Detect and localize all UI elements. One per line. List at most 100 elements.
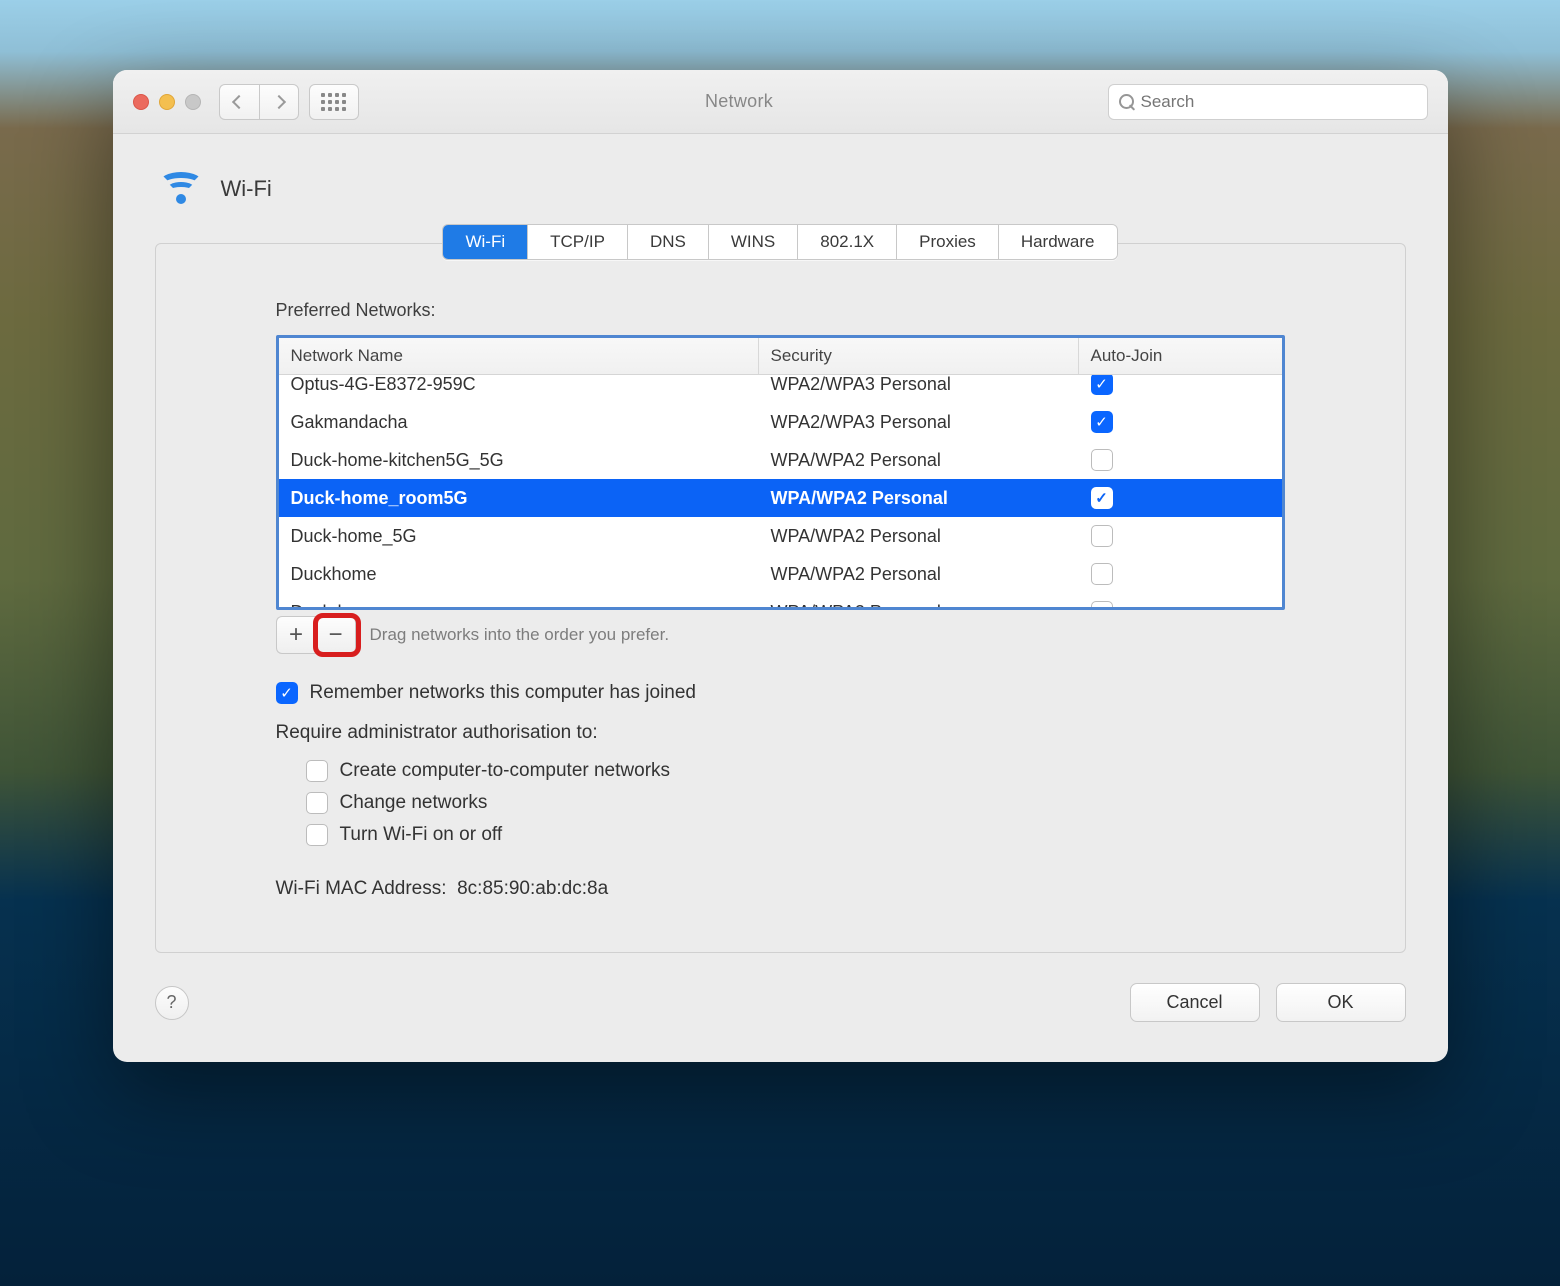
autojoin-checkbox[interactable] bbox=[1091, 563, 1113, 585]
admin-auth-options: Create computer-to-computer networks Chan… bbox=[306, 760, 1285, 846]
network-row[interactable]: Duck-home-kitchen5G_5GWPA/WPA2 Personal bbox=[279, 441, 1282, 479]
wifi-icon bbox=[157, 172, 205, 206]
chevron-left-icon bbox=[232, 94, 246, 108]
forward-button[interactable] bbox=[259, 84, 299, 120]
network-autojoin bbox=[1079, 411, 1282, 433]
network-row[interactable]: DuckhomeWPA/WPA2 Personal bbox=[279, 555, 1282, 593]
network-security: WPA/WPA2 Personal bbox=[759, 526, 1079, 547]
options-block: Remember networks this computer has join… bbox=[276, 682, 1285, 900]
remember-networks-checkbox[interactable] bbox=[276, 682, 298, 704]
search-field-container bbox=[1108, 84, 1428, 120]
tab-dns[interactable]: DNS bbox=[628, 225, 709, 259]
search-icon bbox=[1119, 94, 1135, 110]
network-name: Duckhome bbox=[279, 564, 759, 585]
autojoin-checkbox[interactable] bbox=[1091, 525, 1113, 547]
tab-wins[interactable]: WINS bbox=[709, 225, 798, 259]
network-name: Duck-home-kitchen5G_5G bbox=[279, 450, 759, 471]
bottom-row: ? Cancel OK bbox=[155, 983, 1406, 1022]
drag-hint: Drag networks into the order you prefer. bbox=[370, 625, 670, 645]
tab-8021x[interactable]: 802.1X bbox=[798, 225, 897, 259]
admin-option[interactable]: Turn Wi-Fi on or off bbox=[306, 824, 1285, 846]
chevron-right-icon bbox=[271, 94, 285, 108]
close-window-button[interactable] bbox=[133, 94, 149, 110]
tab-tcpip[interactable]: TCP/IP bbox=[528, 225, 628, 259]
add-network-button[interactable]: + bbox=[276, 616, 316, 654]
search-input[interactable] bbox=[1141, 92, 1417, 112]
admin-option-label: Turn Wi-Fi on or off bbox=[340, 824, 503, 846]
mac-label: Wi-Fi MAC Address: bbox=[276, 878, 447, 899]
back-button[interactable] bbox=[219, 84, 259, 120]
wifi-panel: Preferred Networks: Network Name Securit… bbox=[155, 243, 1406, 953]
ok-button[interactable]: OK bbox=[1276, 983, 1406, 1022]
minimize-window-button[interactable] bbox=[159, 94, 175, 110]
network-row[interactable]: Duck-home_5GWPA/WPA2 Personal bbox=[279, 517, 1282, 555]
autojoin-checkbox[interactable] bbox=[1091, 411, 1113, 433]
admin-auth-label: Require administrator authorisation to: bbox=[276, 722, 1285, 744]
grid-icon bbox=[321, 93, 346, 111]
table-tools: + − Drag networks into the order you pre… bbox=[276, 616, 1285, 654]
mac-value: 8c:85:90:ab:dc:8a bbox=[457, 878, 608, 899]
panel-header: Wi-Fi bbox=[157, 172, 1406, 206]
autojoin-checkbox[interactable] bbox=[1091, 375, 1113, 395]
admin-option[interactable]: Change networks bbox=[306, 792, 1285, 814]
admin-checkbox[interactable] bbox=[306, 760, 328, 782]
network-security: WPA/WPA2 Personal bbox=[759, 450, 1079, 471]
network-row[interactable]: GakmandachaWPA2/WPA3 Personal bbox=[279, 403, 1282, 441]
table-body[interactable]: Optus-4G-E8372-959CWPA2/WPA3 PersonalGak… bbox=[279, 375, 1282, 607]
network-security: WPA2/WPA3 Personal bbox=[759, 412, 1079, 433]
admin-option-label: Change networks bbox=[340, 792, 488, 814]
minus-icon: − bbox=[328, 621, 342, 649]
network-autojoin bbox=[1079, 601, 1282, 607]
network-security: WPA/WPA2 Personal bbox=[759, 602, 1079, 608]
tab-proxies[interactable]: Proxies bbox=[897, 225, 999, 259]
network-name: Duck-home_room5G bbox=[279, 488, 759, 509]
preferred-networks-label: Preferred Networks: bbox=[276, 300, 1285, 321]
network-autojoin bbox=[1079, 487, 1282, 509]
zoom-window-button[interactable] bbox=[185, 94, 201, 110]
cancel-button[interactable]: Cancel bbox=[1130, 983, 1260, 1022]
window-body: Wi-Fi Wi-FiTCP/IPDNSWINS802.1XProxiesHar… bbox=[113, 134, 1448, 1062]
network-autojoin bbox=[1079, 525, 1282, 547]
admin-option[interactable]: Create computer-to-computer networks bbox=[306, 760, 1285, 782]
network-row[interactable]: Duck-home_room5GWPA/WPA2 Personal bbox=[279, 479, 1282, 517]
network-row[interactable]: Optus-4G-E8372-959CWPA2/WPA3 Personal bbox=[279, 375, 1282, 403]
remove-network-button[interactable]: − bbox=[316, 616, 356, 654]
network-name: Duck-home_5G bbox=[279, 526, 759, 547]
col-network-name[interactable]: Network Name bbox=[279, 338, 759, 374]
network-name: Duck-home bbox=[279, 602, 759, 608]
admin-option-label: Create computer-to-computer networks bbox=[340, 760, 671, 782]
network-autojoin bbox=[1079, 563, 1282, 585]
traffic-lights bbox=[133, 94, 201, 110]
autojoin-checkbox[interactable] bbox=[1091, 601, 1113, 607]
mac-address-row: Wi-Fi MAC Address: 8c:85:90:ab:dc:8a bbox=[276, 878, 1285, 900]
network-row[interactable]: Duck-homeWPA/WPA2 Personal bbox=[279, 593, 1282, 607]
preferred-networks-table: Network Name Security Auto-Join Optus-4G… bbox=[276, 335, 1285, 610]
table-header: Network Name Security Auto-Join bbox=[279, 338, 1282, 375]
network-name: Gakmandacha bbox=[279, 412, 759, 433]
tab-bar: Wi-FiTCP/IPDNSWINS802.1XProxiesHardware bbox=[442, 224, 1117, 260]
tab-hardware[interactable]: Hardware bbox=[999, 225, 1117, 259]
action-buttons: Cancel OK bbox=[1130, 983, 1406, 1022]
col-auto-join[interactable]: Auto-Join bbox=[1079, 338, 1282, 374]
tab-wifi[interactable]: Wi-Fi bbox=[443, 225, 528, 259]
autojoin-checkbox[interactable] bbox=[1091, 487, 1113, 509]
window-title: Network bbox=[381, 91, 1098, 112]
admin-checkbox[interactable] bbox=[306, 824, 328, 846]
network-security: WPA/WPA2 Personal bbox=[759, 488, 1079, 509]
col-security[interactable]: Security bbox=[759, 338, 1079, 374]
network-autojoin bbox=[1079, 449, 1282, 471]
window-toolbar: Network bbox=[113, 70, 1448, 134]
help-button[interactable]: ? bbox=[155, 986, 189, 1020]
network-prefs-window: Network Wi-Fi Wi-FiTCP/IPDNSWINS802.1XPr… bbox=[113, 70, 1448, 1062]
autojoin-checkbox[interactable] bbox=[1091, 449, 1113, 471]
network-security: WPA2/WPA3 Personal bbox=[759, 375, 1079, 395]
network-autojoin bbox=[1079, 375, 1282, 395]
remember-networks-option[interactable]: Remember networks this computer has join… bbox=[276, 682, 1285, 704]
network-name: Optus-4G-E8372-959C bbox=[279, 375, 759, 395]
panel-title: Wi-Fi bbox=[221, 176, 272, 202]
remember-networks-label: Remember networks this computer has join… bbox=[310, 682, 697, 704]
show-all-button[interactable] bbox=[309, 84, 359, 120]
network-security: WPA/WPA2 Personal bbox=[759, 564, 1079, 585]
nav-buttons bbox=[219, 84, 299, 120]
admin-checkbox[interactable] bbox=[306, 792, 328, 814]
